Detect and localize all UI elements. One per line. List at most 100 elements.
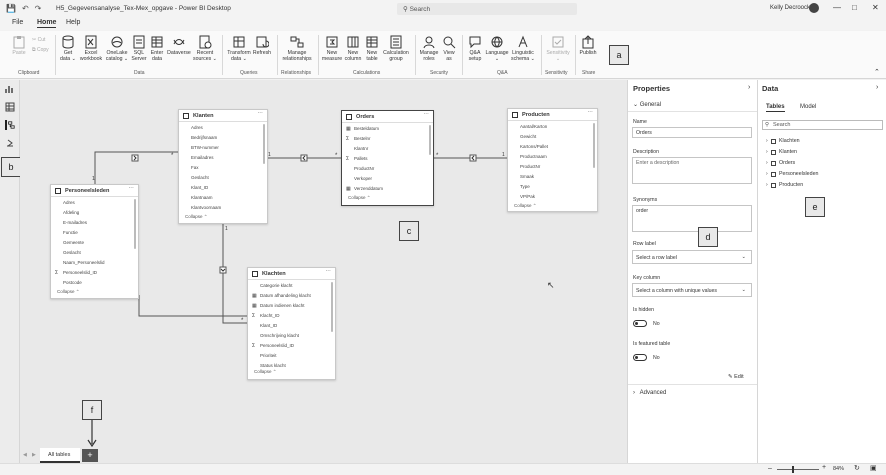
field-item[interactable]: Status klacht [248, 361, 335, 368]
is-hidden-toggle[interactable] [633, 320, 647, 327]
chevron-right-icon[interactable]: › [766, 171, 768, 177]
row-label-dropdown[interactable]: Select a row label ⌄ [632, 250, 752, 264]
field-item[interactable]: ▦ Verzenddatum [342, 184, 433, 194]
collapse-ribbon-icon[interactable]: ⌃ [874, 68, 880, 76]
undo-icon[interactable]: ↶ [22, 4, 29, 13]
dataverse-button[interactable]: Dataverse [166, 35, 192, 57]
data-search-input[interactable]: ⚲ Search [762, 120, 883, 130]
data-table-item[interactable]: › Klanten [766, 149, 797, 155]
table-card-orders[interactable]: Orders ⋯ ▦ Besteldatum Σ Bestelnr Klantnr Σ Pa… [341, 110, 434, 206]
new-table-button[interactable]: New table [363, 35, 381, 62]
reset-zoom-icon[interactable]: ↻ [854, 464, 860, 472]
field-item[interactable]: Klant_ID [179, 183, 267, 193]
advanced-section-header[interactable]: › Advanced [633, 390, 666, 396]
redo-icon[interactable]: ↷ [35, 4, 42, 13]
scrollbar[interactable] [593, 123, 595, 168]
language-button[interactable]: Language ⌄ [485, 35, 509, 62]
more-options-icon[interactable]: ⋯ [587, 110, 593, 116]
paste-button[interactable]: Paste [8, 35, 30, 57]
field-item[interactable]: ProductNr [342, 164, 433, 174]
field-item[interactable]: Aantal/Karton [508, 122, 597, 132]
scroll-left-icon[interactable]: ◀ [23, 452, 27, 458]
field-item[interactable]: Klant_ID [248, 321, 335, 331]
tab-home[interactable]: Home [37, 19, 57, 28]
field-item[interactable]: Adres [179, 123, 267, 133]
field-item[interactable]: Emailadres [179, 153, 267, 163]
field-item[interactable]: Type [508, 182, 597, 192]
field-item[interactable]: Afdeling [51, 208, 138, 218]
collapse-button[interactable]: Collapse ⌃ [508, 202, 597, 209]
field-item[interactable]: Naam_Personeelslid [51, 258, 138, 268]
zoom-slider-thumb[interactable] [792, 466, 794, 473]
close-icon[interactable]: ✕ [872, 3, 879, 12]
manage-roles-button[interactable]: Manage roles [418, 35, 440, 62]
sql-server-button[interactable]: SQL Server [130, 35, 148, 62]
title-search-box[interactable]: ⚲ Search [397, 3, 577, 15]
field-item[interactable]: Geslacht [179, 173, 267, 183]
relationship-line[interactable] [222, 224, 247, 324]
data-table-item[interactable]: › Klachten [766, 138, 800, 144]
collapse-pane-icon[interactable]: › [876, 84, 878, 91]
field-item[interactable]: Postcode [51, 278, 138, 288]
report-view-icon[interactable] [5, 84, 15, 94]
collapse-pane-icon[interactable]: › [748, 84, 750, 91]
scrollbar[interactable] [331, 282, 333, 332]
name-input[interactable]: Orders [632, 127, 752, 138]
field-item[interactable]: Σ Klacht_ID [248, 311, 335, 321]
excel-workbook-button[interactable]: Excel workbook [78, 35, 104, 62]
field-item[interactable]: VP/Pak [508, 192, 597, 202]
more-options-icon[interactable]: ⋯ [423, 112, 429, 118]
edit-button[interactable]: ✎ Edit [728, 374, 744, 380]
new-measure-button[interactable]: New measure [321, 35, 343, 62]
collapse-button[interactable]: Collapse ⌃ [248, 368, 335, 375]
field-item[interactable]: Functie [51, 228, 138, 238]
dax-query-view-icon[interactable] [5, 138, 15, 148]
field-item[interactable]: Klantvoornaam [179, 203, 267, 213]
model-view-icon[interactable] [5, 120, 15, 130]
table-header[interactable]: Personeelsleden ⋯ [51, 185, 138, 197]
field-item[interactable]: Σ Personeelslid_ID [248, 341, 335, 351]
data-table-item[interactable]: › Personeelsleden [766, 171, 818, 177]
recent-sources-button[interactable]: Recent sources ⌄ [192, 35, 218, 62]
refresh-button[interactable]: Refresh [252, 35, 272, 57]
field-item[interactable]: BTW-nummer [179, 143, 267, 153]
more-options-icon[interactable]: ⋯ [325, 269, 331, 275]
field-item[interactable]: Σ Bestelnr [342, 134, 433, 144]
collapse-button[interactable]: Collapse ⌃ [51, 288, 138, 295]
add-layout-button[interactable]: + [82, 449, 98, 462]
user-name[interactable]: Kelly Decroock [770, 5, 810, 11]
field-item[interactable]: Categorie klacht [248, 281, 335, 291]
calculation-group-button[interactable]: Calculation group [381, 35, 411, 62]
relationship-line[interactable] [138, 295, 247, 317]
field-item[interactable]: Gemeente [51, 238, 138, 248]
scrollbar[interactable] [263, 124, 265, 164]
field-item[interactable]: Adres [51, 198, 138, 208]
table-card-personeelsleden[interactable]: Personeelsleden ⋯ Adres Afdeling E-mailadr… [50, 184, 139, 299]
table-view-icon[interactable] [5, 102, 15, 112]
linguistic-schema-button[interactable]: Linguistic schema ⌄ [509, 35, 537, 62]
chevron-right-icon[interactable]: › [766, 182, 768, 188]
field-item[interactable]: Klantnr [342, 144, 433, 154]
cut-button[interactable]: ✂ Cut [32, 37, 45, 43]
transform-data-button[interactable]: Transform data ⌄ [226, 35, 252, 62]
field-item[interactable]: Verkoper [342, 174, 433, 184]
more-options-icon[interactable]: ⋯ [128, 186, 134, 192]
table-card-klanten[interactable]: Klanten ⋯ Adres Bedrijfsnaam BTW-nummer Ema… [178, 109, 268, 224]
more-options-icon[interactable]: ⋯ [257, 111, 263, 117]
table-header[interactable]: Orders ⋯ [342, 111, 433, 123]
tab-all-tables[interactable]: All tables [40, 448, 80, 463]
table-header[interactable]: Klachten ⋯ [248, 268, 335, 280]
synonyms-input[interactable]: order [632, 205, 752, 232]
avatar[interactable] [809, 3, 819, 13]
field-item[interactable]: Gewicht [508, 132, 597, 142]
tab-file[interactable]: File [12, 19, 23, 26]
field-item[interactable]: Kartons/Pallet [508, 142, 597, 152]
data-table-item[interactable]: › Orders [766, 160, 795, 166]
field-item[interactable]: Fax [179, 163, 267, 173]
collapse-button[interactable]: Collapse ⌃ [179, 213, 267, 220]
tab-help[interactable]: Help [66, 19, 80, 26]
field-item[interactable]: Omschrijving klacht [248, 331, 335, 341]
collapse-button[interactable]: Collapse ⌃ [342, 194, 433, 201]
chevron-right-icon[interactable]: › [766, 138, 768, 144]
scrollbar[interactable] [429, 125, 431, 155]
